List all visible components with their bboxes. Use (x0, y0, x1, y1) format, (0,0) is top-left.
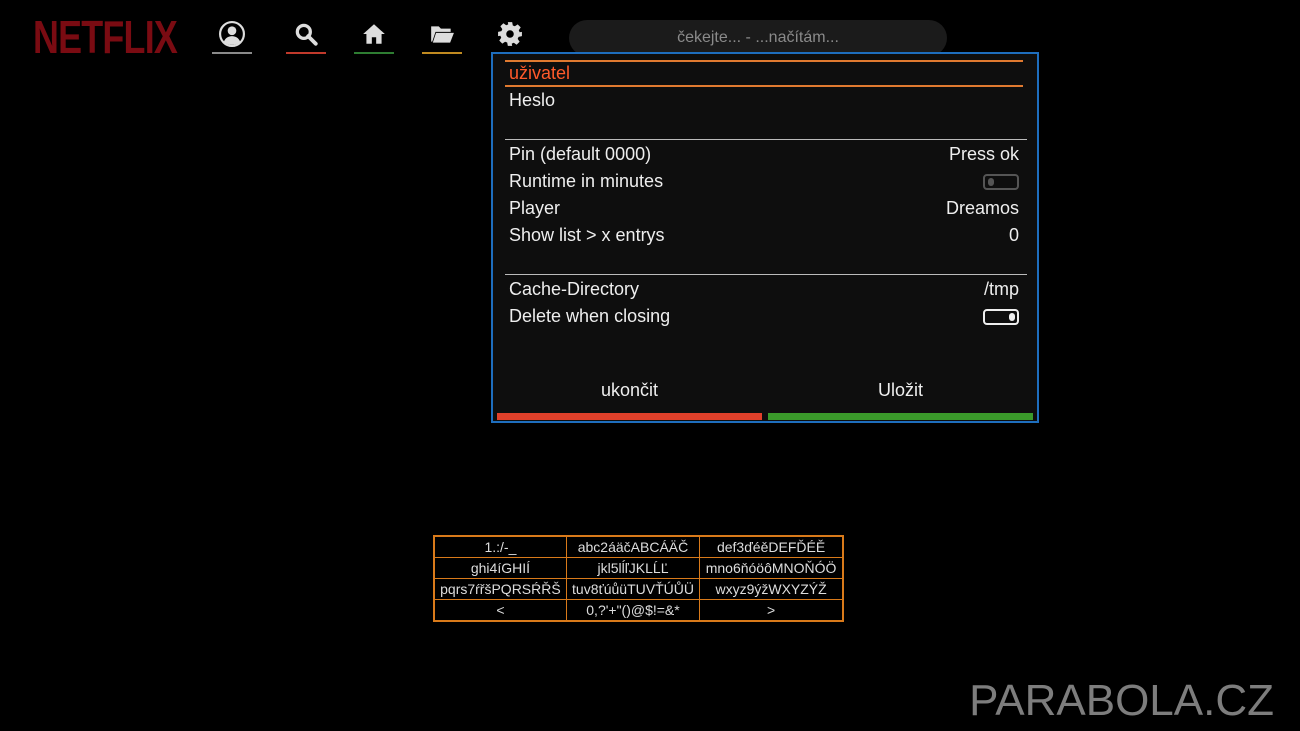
watermark: PARABOLA.CZ (969, 676, 1274, 725)
setting-row-delete-when-closing[interactable]: Delete when closing (505, 303, 1023, 330)
setting-row-show-list[interactable]: Show list > x entrys 0 (505, 222, 1023, 249)
home-icon (363, 24, 385, 44)
user-icon (219, 21, 245, 47)
nav-profile-button[interactable] (212, 14, 252, 54)
setting-value: Press ok (948, 144, 1019, 164)
keyboard-row: 1.:/-_ abc2áäčABCÁÄČ def3ďéěDEFĎÉĚ (433, 535, 844, 558)
key[interactable]: tuv8ťúůüTUVŤÚŮÜ (565, 578, 701, 600)
keyboard-row: ghi4íGHIÍ jkl5lĺľJKLĹĽ mno6ňóöôMNOŇÓÖ (433, 557, 844, 579)
setting-row-pin[interactable]: Pin (default 0000) Press ok (505, 141, 1023, 168)
setting-label: Cache-Directory (509, 279, 640, 299)
key[interactable]: def3ďéěDEFĎÉĚ (699, 535, 844, 558)
setting-label: Pin (default 0000) (509, 144, 652, 164)
cancel-button-label: ukončit (600, 380, 659, 400)
gear-icon (498, 22, 522, 46)
key[interactable]: mno6ňóöôMNOŇÓÖ (699, 557, 844, 579)
setting-label: uživatel (509, 63, 571, 83)
key[interactable]: pqrs7ŕřšPQRSŔŘŠ (433, 578, 567, 600)
setting-label: Show list > x entrys (509, 225, 665, 245)
key[interactable]: jkl5lĺľJKLĹĽ (565, 557, 701, 579)
settings-dialog: uživatel Heslo Pin (default 0000) Press … (491, 52, 1039, 423)
status-text: čekejte... - ...načítám... (677, 29, 839, 46)
nav-search-button[interactable] (286, 14, 326, 54)
key[interactable]: ghi4íGHIÍ (433, 557, 567, 579)
setting-value: /tmp (983, 279, 1019, 299)
toggle-knob (988, 177, 994, 186)
setting-row-cache-directory[interactable]: Cache-Directory /tmp (505, 276, 1023, 303)
nav-underline (286, 52, 326, 54)
key[interactable]: wxyz9ýžWXYZÝŽ (699, 578, 844, 600)
virtual-keyboard: 1.:/-_ abc2áäčABCÁÄČ def3ďéěDEFĎÉĚ ghi4í… (433, 535, 844, 622)
setting-row-password[interactable]: Heslo (505, 87, 1023, 114)
key[interactable]: 0,?'+"()@$!=&* (565, 599, 701, 622)
key[interactable]: abc2áäčABCÁÄČ (565, 535, 701, 558)
setting-label: Runtime in minutes (509, 171, 664, 191)
setting-label: Delete when closing (509, 306, 671, 326)
search-icon (295, 23, 318, 46)
section-divider (505, 139, 1027, 140)
setting-row-player[interactable]: Player Dreamos (505, 195, 1023, 222)
cancel-color-bar (497, 413, 762, 420)
delete-toggle[interactable] (983, 308, 1019, 325)
status-bar: čekejte... - ...načítám... (569, 20, 947, 56)
setting-label: Player (509, 198, 561, 218)
keyboard-row: pqrs7ŕřšPQRSŔŘŠ tuv8ťúůüTUVŤÚŮÜ wxyz9ýžW… (433, 578, 844, 600)
keyboard-row: < 0,?'+"()@$!=&* > (433, 599, 844, 622)
runtime-toggle[interactable] (983, 173, 1019, 190)
save-button[interactable]: Uložit (768, 380, 1033, 420)
nav-underline (422, 52, 462, 54)
setting-value: 0 (1008, 225, 1019, 245)
key-next[interactable]: > (699, 599, 844, 622)
section-divider (505, 274, 1027, 275)
nav-folder-button[interactable] (422, 14, 462, 54)
nav-underline (354, 52, 394, 54)
key-previous[interactable]: < (433, 599, 567, 622)
save-button-label: Uložit (877, 380, 923, 400)
toggle-knob (1009, 312, 1015, 321)
folder-icon (431, 26, 454, 43)
nav-settings-button[interactable] (490, 14, 530, 54)
nav-underline (212, 52, 252, 54)
setting-label: Heslo (509, 90, 556, 110)
nav-home-button[interactable] (354, 14, 394, 54)
netflix-logo: NETFLIX (33, 11, 178, 63)
cancel-button[interactable]: ukončit (497, 380, 762, 420)
key[interactable]: 1.:/-_ (433, 535, 567, 558)
setting-row-user[interactable]: uživatel (505, 60, 1023, 87)
save-color-bar (768, 413, 1033, 420)
setting-value: Dreamos (945, 198, 1019, 218)
setting-row-runtime[interactable]: Runtime in minutes (505, 168, 1023, 195)
